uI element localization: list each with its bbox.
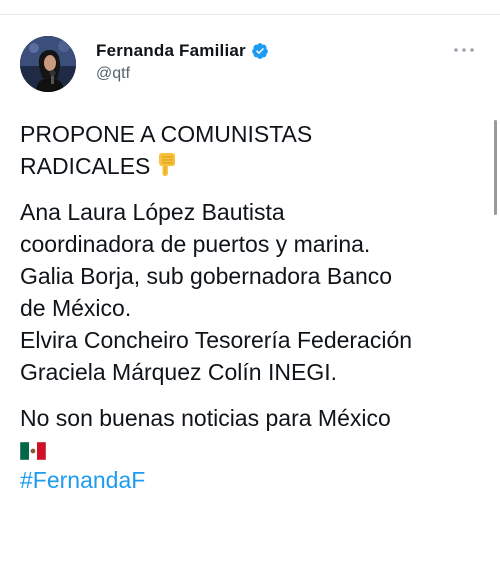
pointing-down-emoji-icon (156, 151, 178, 177)
tweet-line: Graciela Márquez Colín INEGI. (20, 359, 338, 385)
tweet-body: PROPONE A COMUNISTAS RADICALES Ana Laura… (19, 118, 482, 496)
tweet-line: Ana Laura López Bautista (20, 199, 285, 225)
scrollbar-thumb[interactable] (494, 120, 497, 215)
tweet-paragraph-names: Ana Laura López Bautista coordinadora de… (20, 196, 482, 388)
display-name-row: Fernanda Familiar (96, 40, 269, 62)
author-info: Fernanda Familiar @qtf (96, 40, 269, 83)
tweet-line: No son buenas noticias para México (20, 405, 391, 431)
tweet-line: PROPONE A COMUNISTAS (20, 121, 313, 147)
tweet-line: coordinadora de puertos y marina. (20, 231, 371, 257)
tweet-header: Fernanda Familiar @qtf (20, 36, 480, 92)
display-name[interactable]: Fernanda Familiar (96, 41, 246, 61)
tweet-line: de México. (20, 295, 132, 321)
more-options-icon[interactable] (452, 42, 476, 58)
tweet-line: RADICALES (20, 153, 151, 179)
avatar-image (20, 36, 76, 92)
tweet-line-with-emoji: RADICALES (20, 150, 482, 182)
top-divider (0, 14, 500, 15)
mexico-flag-emoji-icon (19, 436, 47, 461)
tweet-paragraph-closing: No son buenas noticias para México #Fern… (19, 402, 482, 496)
tweet-paragraph-headline: PROPONE A COMUNISTAS RADICALES (20, 118, 482, 182)
avatar[interactable] (20, 36, 76, 92)
handle[interactable]: @qtf (96, 65, 269, 83)
verified-badge-icon (251, 42, 269, 60)
tweet-line: Elvira Concheiro Tesorería Federación (20, 327, 413, 353)
tweet-line: Galia Borja, sub gobernadora Banco (20, 263, 393, 289)
hashtag-link[interactable]: #FernandaF (20, 464, 482, 496)
